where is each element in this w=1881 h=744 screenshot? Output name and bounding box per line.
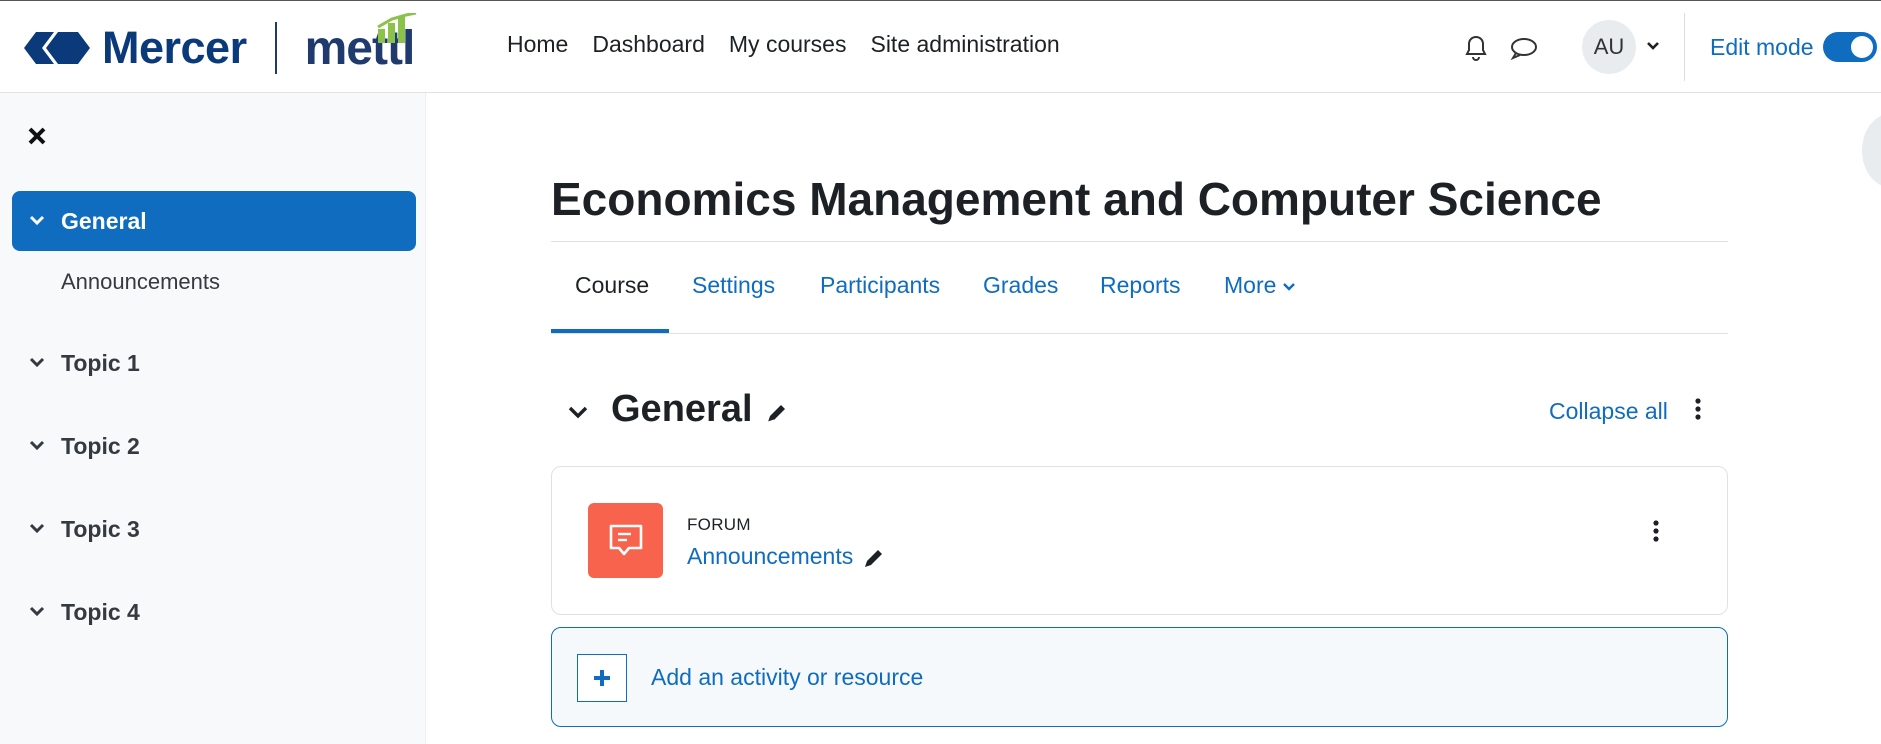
activity-card: FORUM Announcements: [551, 466, 1728, 615]
course-index-section-topic-1[interactable]: Topic 1: [12, 333, 416, 393]
user-avatar[interactable]: AU: [1582, 20, 1636, 74]
course-index-section-label: Topic 3: [61, 515, 140, 542]
course-index-section-label: General: [61, 207, 147, 234]
tab-settings[interactable]: Settings: [692, 272, 775, 299]
course-index-section-label: Topic 2: [61, 432, 140, 459]
mercer-wordmark: Mercer: [102, 22, 247, 73]
active-tab-indicator: [551, 329, 669, 333]
edit-section-pencil-icon[interactable]: [764, 402, 788, 431]
mercer-logo-icon: [24, 32, 90, 64]
course-secondary-navigation: Course Settings Participants Grades Repo…: [551, 242, 1728, 334]
right-drawer-toggle[interactable]: [1862, 113, 1881, 188]
logo-divider: [274, 22, 277, 74]
site-logo[interactable]: Mercer mettl: [24, 12, 417, 83]
chevron-down-icon[interactable]: [28, 602, 46, 625]
mettl-chart-icon: [377, 12, 417, 43]
edit-mode-label: Edit mode: [1710, 34, 1814, 60]
top-navbar: Mercer mettl Home Dashboard My courses S…: [0, 0, 1881, 93]
chevron-down-icon[interactable]: [28, 519, 46, 542]
section-collapse-chevron-icon[interactable]: [566, 400, 590, 429]
course-index-drawer: General Announcements Topic 1 Topic 2 To…: [0, 93, 426, 744]
course-index-section-general[interactable]: General: [12, 191, 416, 251]
chevron-down-icon[interactable]: [28, 211, 46, 234]
tab-more[interactable]: More: [1224, 272, 1296, 300]
edit-activity-pencil-icon[interactable]: [861, 547, 885, 576]
tab-reports[interactable]: Reports: [1100, 272, 1181, 299]
chevron-down-icon: [1282, 273, 1296, 300]
course-index-section-label: Topic 4: [61, 598, 140, 625]
nav-dashboard[interactable]: Dashboard: [592, 31, 705, 58]
add-activity-button[interactable]: Add an activity or resource: [551, 627, 1728, 727]
course-index-activity-announcements[interactable]: Announcements: [61, 269, 220, 295]
course-index-section-label: Topic 1: [61, 349, 140, 376]
course-index-section-topic-4[interactable]: Topic 4: [12, 582, 416, 642]
navbar-divider: [1684, 13, 1685, 81]
plus-icon: [577, 654, 627, 702]
messages-chat-icon[interactable]: [1509, 33, 1539, 63]
nav-home[interactable]: Home: [507, 31, 568, 58]
tab-more-label: More: [1224, 272, 1277, 298]
collapse-all-link[interactable]: Collapse all: [1549, 398, 1668, 425]
course-index-section-topic-2[interactable]: Topic 2: [12, 416, 416, 476]
primary-navigation: Home Dashboard My courses Site administr…: [507, 31, 1084, 58]
forum-icon: [588, 503, 663, 578]
chevron-down-icon[interactable]: [28, 436, 46, 459]
activity-actions-kebab-icon[interactable]: [1652, 519, 1660, 548]
notifications-bell-icon[interactable]: [1461, 33, 1491, 63]
tab-course[interactable]: Course: [575, 272, 649, 299]
mettl-wordmark: mettl: [305, 12, 417, 76]
close-drawer-icon[interactable]: [26, 125, 48, 147]
edit-mode-toggle[interactable]: [1823, 32, 1877, 62]
tab-participants[interactable]: Participants: [820, 272, 940, 299]
nav-my-courses[interactable]: My courses: [729, 31, 847, 58]
user-menu-chevron-down-icon[interactable]: [1645, 38, 1661, 59]
course-index-section-topic-3[interactable]: Topic 3: [12, 499, 416, 559]
section-actions-kebab-icon[interactable]: [1694, 397, 1702, 426]
nav-site-administration[interactable]: Site administration: [870, 31, 1059, 58]
page-title: Economics Management and Computer Scienc…: [551, 173, 1602, 225]
activity-name-link[interactable]: Announcements: [687, 543, 853, 570]
chevron-down-icon[interactable]: [28, 353, 46, 376]
tab-grades[interactable]: Grades: [983, 272, 1058, 299]
add-activity-label: Add an activity or resource: [651, 664, 924, 690]
section-title: General: [611, 388, 753, 430]
activity-type-label: FORUM: [687, 515, 751, 534]
